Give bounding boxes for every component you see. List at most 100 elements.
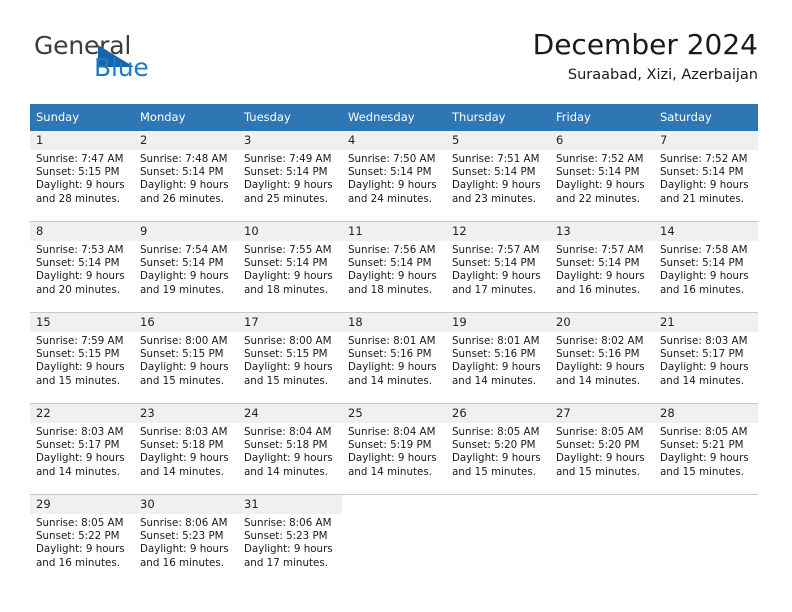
calendar-day-cell[interactable]: 14 Sunrise: 7:58 AM Sunset: 5:14 PM Dayl… (654, 221, 758, 313)
sunset-text: Sunset: 5:15 PM (36, 166, 120, 179)
calendar-day-cell[interactable]: 29 Sunrise: 8:05 AM Sunset: 5:22 PM Dayl… (30, 494, 134, 585)
daylight-text-line1: Daylight: 9 hours (556, 270, 645, 283)
daylight-text-line1: Daylight: 9 hours (452, 361, 541, 374)
calendar-day-cell[interactable]: 1 Sunrise: 7:47 AM Sunset: 5:15 PM Dayli… (30, 131, 134, 222)
day-details: Sunrise: 8:03 AM Sunset: 5:18 PM Dayligh… (134, 423, 238, 479)
calendar-day-cell[interactable]: 28 Sunrise: 8:05 AM Sunset: 5:21 PM Dayl… (654, 403, 758, 495)
sunrise-text: Sunrise: 7:57 AM (556, 244, 644, 256)
sunset-text: Sunset: 5:15 PM (36, 348, 120, 361)
calendar-day-cell[interactable]: 4 Sunrise: 7:50 AM Sunset: 5:14 PM Dayli… (342, 131, 446, 222)
calendar-day-cell[interactable]: 24 Sunrise: 8:04 AM Sunset: 5:18 PM Dayl… (238, 403, 342, 495)
calendar-day-cell[interactable]: 27 Sunrise: 8:05 AM Sunset: 5:20 PM Dayl… (550, 403, 654, 495)
day-number: 15 (30, 313, 134, 332)
page-title: December 2024 (532, 28, 758, 61)
weekday-header-saturday: Saturday (654, 104, 758, 131)
calendar-day-cell[interactable]: 10 Sunrise: 7:55 AM Sunset: 5:14 PM Dayl… (238, 221, 342, 313)
calendar-day-cell[interactable]: 6 Sunrise: 7:52 AM Sunset: 5:14 PM Dayli… (550, 131, 654, 222)
calendar-day-cell[interactable]: 8 Sunrise: 7:53 AM Sunset: 5:14 PM Dayli… (30, 221, 134, 313)
day-details: Sunrise: 7:57 AM Sunset: 5:14 PM Dayligh… (550, 241, 654, 297)
title-block: December 2024 Suraabad, Xizi, Azerbaijan (533, 28, 758, 84)
weekday-header-thursday: Thursday (446, 104, 550, 131)
day-details: Sunrise: 7:48 AM Sunset: 5:14 PM Dayligh… (134, 150, 238, 206)
day-details: Sunrise: 7:47 AM Sunset: 5:15 PM Dayligh… (30, 150, 134, 206)
daylight-text-line1: Daylight: 9 hours (244, 361, 333, 374)
calendar-day-cell[interactable]: 2 Sunrise: 7:48 AM Sunset: 5:14 PM Dayli… (134, 131, 238, 222)
calendar-day-cell[interactable]: 26 Sunrise: 8:05 AM Sunset: 5:20 PM Dayl… (446, 403, 550, 495)
sunset-text: Sunset: 5:16 PM (556, 348, 640, 361)
sunrise-text: Sunrise: 7:47 AM (36, 153, 124, 165)
calendar-day-cell-empty (550, 494, 654, 585)
daylight-text-line2: and 15 minutes. (244, 374, 328, 387)
calendar-day-cell[interactable]: 11 Sunrise: 7:56 AM Sunset: 5:14 PM Dayl… (342, 221, 446, 313)
sunset-text: Sunset: 5:14 PM (556, 257, 640, 270)
calendar-day-cell[interactable]: 19 Sunrise: 8:01 AM Sunset: 5:16 PM Dayl… (446, 312, 550, 404)
daylight-text-line2: and 21 minutes. (660, 192, 744, 205)
calendar-day-cell-empty (654, 494, 758, 585)
calendar-day-cell[interactable]: 3 Sunrise: 7:49 AM Sunset: 5:14 PM Dayli… (238, 131, 342, 222)
calendar-day-cell[interactable]: 23 Sunrise: 8:03 AM Sunset: 5:18 PM Dayl… (134, 403, 238, 495)
daylight-text-line2: and 25 minutes. (244, 192, 328, 205)
day-details: Sunrise: 8:04 AM Sunset: 5:19 PM Dayligh… (342, 423, 446, 479)
day-details: Sunrise: 8:05 AM Sunset: 5:20 PM Dayligh… (446, 423, 550, 479)
day-number: 28 (654, 404, 758, 423)
calendar-day-cell[interactable]: 13 Sunrise: 7:57 AM Sunset: 5:14 PM Dayl… (550, 221, 654, 313)
day-details: Sunrise: 8:01 AM Sunset: 5:16 PM Dayligh… (342, 332, 446, 388)
daylight-text-line1: Daylight: 9 hours (36, 179, 125, 192)
sunrise-text: Sunrise: 8:04 AM (244, 426, 332, 438)
sunset-text: Sunset: 5:20 PM (452, 439, 536, 452)
calendar-day-cell[interactable]: 7 Sunrise: 7:52 AM Sunset: 5:14 PM Dayli… (654, 131, 758, 222)
day-number: 10 (238, 222, 342, 241)
daylight-text-line2: and 15 minutes. (36, 374, 120, 387)
day-details: Sunrise: 8:05 AM Sunset: 5:21 PM Dayligh… (654, 423, 758, 479)
sunrise-text: Sunrise: 7:48 AM (140, 153, 228, 165)
calendar-day-cell[interactable]: 12 Sunrise: 7:57 AM Sunset: 5:14 PM Dayl… (446, 221, 550, 313)
sunset-text: Sunset: 5:14 PM (348, 257, 432, 270)
daylight-text-line1: Daylight: 9 hours (452, 452, 541, 465)
day-number: 27 (550, 404, 654, 423)
daylight-text-line2: and 19 minutes. (140, 283, 224, 296)
day-details: Sunrise: 7:50 AM Sunset: 5:14 PM Dayligh… (342, 150, 446, 206)
sunset-text: Sunset: 5:14 PM (660, 257, 744, 270)
calendar-day-cell[interactable]: 22 Sunrise: 8:03 AM Sunset: 5:17 PM Dayl… (30, 403, 134, 495)
sunset-text: Sunset: 5:14 PM (660, 166, 744, 179)
sunrise-text: Sunrise: 7:57 AM (452, 244, 540, 256)
sunset-text: Sunset: 5:23 PM (244, 530, 328, 543)
calendar-day-cell[interactable]: 30 Sunrise: 8:06 AM Sunset: 5:23 PM Dayl… (134, 494, 238, 585)
sunset-text: Sunset: 5:14 PM (452, 166, 536, 179)
sunrise-text: Sunrise: 7:53 AM (36, 244, 124, 256)
sunrise-text: Sunrise: 7:54 AM (140, 244, 228, 256)
day-details: Sunrise: 8:04 AM Sunset: 5:18 PM Dayligh… (238, 423, 342, 479)
sunset-text: Sunset: 5:20 PM (556, 439, 640, 452)
calendar-page: General Blue December 2024 Suraabad, Xiz… (0, 0, 792, 612)
calendar-day-cell[interactable]: 21 Sunrise: 8:03 AM Sunset: 5:17 PM Dayl… (654, 312, 758, 404)
general-blue-logo[interactable]: General Blue (34, 32, 254, 90)
day-number: 7 (654, 131, 758, 150)
day-number: 17 (238, 313, 342, 332)
daylight-text-line1: Daylight: 9 hours (140, 361, 229, 374)
daylight-text-line1: Daylight: 9 hours (140, 452, 229, 465)
calendar-day-cell[interactable]: 9 Sunrise: 7:54 AM Sunset: 5:14 PM Dayli… (134, 221, 238, 313)
sunrise-text: Sunrise: 8:03 AM (660, 335, 748, 347)
daylight-text-line2: and 22 minutes. (556, 192, 640, 205)
calendar-day-cell[interactable]: 5 Sunrise: 7:51 AM Sunset: 5:14 PM Dayli… (446, 131, 550, 222)
sunset-text: Sunset: 5:18 PM (140, 439, 224, 452)
sunset-text: Sunset: 5:14 PM (140, 166, 224, 179)
calendar-day-cell[interactable]: 16 Sunrise: 8:00 AM Sunset: 5:15 PM Dayl… (134, 312, 238, 404)
sunrise-text: Sunrise: 7:52 AM (660, 153, 748, 165)
daylight-text-line1: Daylight: 9 hours (36, 361, 125, 374)
calendar-day-cell[interactable]: 25 Sunrise: 8:04 AM Sunset: 5:19 PM Dayl… (342, 403, 446, 495)
calendar-day-cell[interactable]: 20 Sunrise: 8:02 AM Sunset: 5:16 PM Dayl… (550, 312, 654, 404)
daylight-text-line1: Daylight: 9 hours (36, 543, 125, 556)
day-details: Sunrise: 7:51 AM Sunset: 5:14 PM Dayligh… (446, 150, 550, 206)
calendar-day-cell[interactable]: 17 Sunrise: 8:00 AM Sunset: 5:15 PM Dayl… (238, 312, 342, 404)
day-number: 19 (446, 313, 550, 332)
calendar-day-cell[interactable]: 31 Sunrise: 8:06 AM Sunset: 5:23 PM Dayl… (238, 494, 342, 585)
day-details: Sunrise: 7:59 AM Sunset: 5:15 PM Dayligh… (30, 332, 134, 388)
sunset-text: Sunset: 5:14 PM (556, 166, 640, 179)
daylight-text-line2: and 14 minutes. (348, 465, 432, 478)
calendar-day-cell[interactable]: 18 Sunrise: 8:01 AM Sunset: 5:16 PM Dayl… (342, 312, 446, 404)
day-details: Sunrise: 8:01 AM Sunset: 5:16 PM Dayligh… (446, 332, 550, 388)
logo-text-blue: Blue (94, 53, 149, 82)
calendar-day-cell[interactable]: 15 Sunrise: 7:59 AM Sunset: 5:15 PM Dayl… (30, 312, 134, 404)
day-number: 13 (550, 222, 654, 241)
